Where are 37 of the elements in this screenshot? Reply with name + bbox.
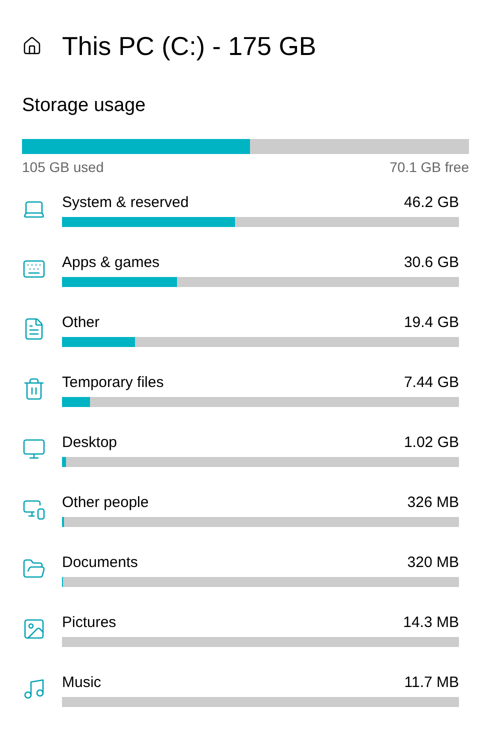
- category-name: Other people: [62, 492, 149, 512]
- home-icon[interactable]: [22, 36, 42, 56]
- category-item[interactable]: Documents 320 MB: [22, 552, 469, 612]
- category-size: 7.44 GB: [404, 372, 459, 392]
- category-name: Documents: [62, 552, 138, 572]
- category-item[interactable]: Apps & games 30.6 GB: [22, 252, 469, 312]
- category-name: Other: [62, 312, 100, 332]
- category-size: 14.3 MB: [403, 612, 459, 632]
- page-title: This PC (C:) - 175 GB: [62, 30, 316, 62]
- image-icon: [22, 616, 46, 640]
- category-size: 11.7 MB: [404, 672, 459, 692]
- category-item[interactable]: System & reserved 46.2 GB: [22, 192, 469, 252]
- category-name: Pictures: [62, 612, 116, 632]
- category-name: Music: [62, 672, 102, 692]
- monitor-icon: [22, 436, 46, 460]
- category-item[interactable]: Desktop 1.02 GB: [22, 432, 469, 492]
- category-size: 30.6 GB: [404, 252, 459, 272]
- used-label: 105 GB used: [22, 158, 104, 176]
- category-item[interactable]: Other people 326 MB: [22, 492, 469, 552]
- music-note-icon: [22, 676, 46, 700]
- category-item[interactable]: Pictures 14.3 MB: [22, 612, 469, 672]
- category-item[interactable]: Other 19.4 GB: [22, 312, 469, 372]
- category-size: 320 MB: [407, 552, 459, 572]
- category-size: 46.2 GB: [404, 192, 459, 212]
- category-item[interactable]: Music 11.7 MB: [22, 672, 469, 731]
- free-label: 70.1 GB free: [390, 158, 469, 176]
- category-name: Apps & games: [62, 252, 160, 272]
- category-name: System & reserved: [62, 192, 189, 212]
- category-size: 1.02 GB: [404, 432, 459, 452]
- category-item[interactable]: Temporary files 7.44 GB: [22, 372, 469, 432]
- trash-icon: [22, 376, 46, 400]
- category-size: 326 MB: [407, 492, 459, 512]
- category-name: Temporary files: [62, 372, 164, 392]
- category-name: Desktop: [62, 432, 118, 452]
- section-heading: Storage usage: [22, 94, 147, 118]
- folder-icon: [22, 556, 46, 580]
- category-size: 19.4 GB: [404, 312, 459, 332]
